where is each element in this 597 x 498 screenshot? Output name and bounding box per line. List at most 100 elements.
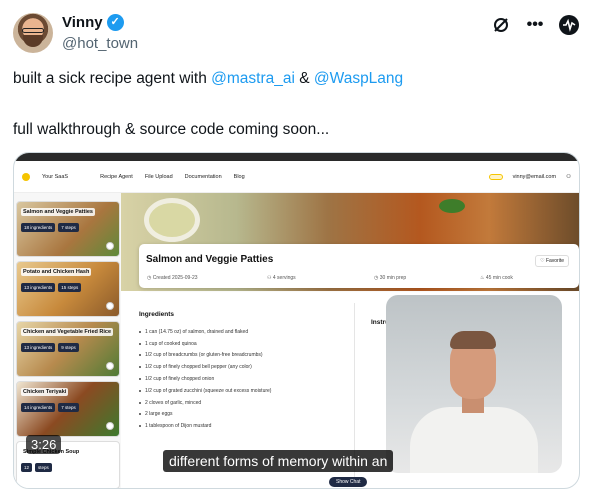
bullet-icon — [139, 413, 141, 416]
bullet-icon — [139, 330, 141, 333]
ingredient-text: 1/2 cup of grated zucchini (squeeze out … — [145, 387, 272, 394]
ingredient-text: 1/2 cup of finely chopped onion — [145, 376, 215, 383]
recipe-card-title: Potato and Chicken Hash — [21, 268, 92, 276]
bullet-icon — [139, 378, 141, 381]
heart-icon — [106, 362, 114, 370]
avatar[interactable] — [13, 13, 53, 53]
ingredient-item: 1/2 cup of finely chopped onion — [139, 373, 349, 385]
no-subscribe-icon[interactable] — [491, 15, 511, 35]
user-icon: ⚇ — [566, 173, 571, 180]
steps-tag: 7 steps — [58, 223, 79, 232]
ingredient-item: 1/2 cup of breadcrumbs (or gluten-free b… — [139, 350, 349, 362]
recipe-card: Potato and Chicken Hash 13 ingredients 1… — [16, 261, 120, 317]
recipe-card-title: Chicken and Vegetable Fried Rice — [21, 328, 114, 336]
bullet-icon — [139, 366, 141, 369]
ingredient-item: 1 cup of cooked quinoa — [139, 338, 349, 350]
browser-bar — [14, 153, 579, 161]
ingredients-section: Ingredients 1 can (14.75 oz) of salmon, … — [139, 311, 349, 432]
video-caption: different forms of memory within an — [163, 450, 394, 472]
recipe-created-text: Created 2025-09-23 — [152, 275, 198, 281]
recipe-card-tags: 13 ingredients 15 steps — [21, 283, 82, 292]
recipe-card-tags: 18 ingredients 7 steps — [21, 223, 79, 232]
recipe-card: Chicken and Vegetable Fried Rice 13 ingr… — [16, 321, 120, 377]
recipe-card-title: Chicken Teriyaki — [21, 388, 69, 396]
recipe-card-title: Salmon and Veggie Patties — [21, 208, 95, 216]
nav-blog: Blog — [233, 173, 245, 180]
ingredients-tag: 12 — [21, 463, 33, 472]
ingredients-tag: 13 ingredients — [21, 343, 56, 352]
mention-wasp[interactable]: @WaspLang — [314, 70, 403, 87]
recipe-cook-text: 45 min cook — [485, 275, 513, 281]
verified-badge-icon: ✓ — [106, 14, 124, 31]
webcam-overlay — [386, 295, 562, 473]
ingredient-item: 1/2 cup of finely chopped bell pepper (a… — [139, 361, 349, 373]
recipe-card: Chicken Teriyaki 14 ingredients 7 steps — [16, 381, 120, 437]
ingredient-text: 1/2 cup of finely chopped bell pepper (a… — [145, 364, 252, 371]
steps-tag: 9 steps — [58, 343, 79, 352]
avatar-beard — [23, 35, 43, 47]
ingredient-text: 2 cloves of garlic, minced — [145, 399, 202, 406]
display-name[interactable]: Vinny — [62, 14, 103, 31]
ingredients-tag: 18 ingredients — [21, 223, 56, 232]
tweet-text-prefix: built a sick recipe agent with — [13, 70, 212, 87]
nav-right: vinny@email.com ⚇ — [488, 173, 571, 180]
ingredient-item: 1 can (14.75 oz) of salmon, drained and … — [139, 326, 349, 338]
recipe-title: Salmon and Veggie Patties — [146, 254, 274, 265]
ingredient-item: 1/2 cup of grated zucchini (squeeze out … — [139, 385, 349, 397]
ingredient-text: 1/2 cup of breadcrumbs (or gluten-free b… — [145, 352, 263, 359]
app-logo-icon — [22, 172, 30, 181]
heart-icon — [106, 422, 114, 430]
ingredients-tag: 13 ingredients — [21, 283, 56, 292]
ingredient-item: 2 large eggs — [139, 409, 349, 421]
ingredient-text: 1 cup of cooked quinoa — [145, 340, 197, 347]
video-timestamp: 3:26 — [26, 435, 62, 454]
recipe-card-tags: 13 ingredients 9 steps — [21, 343, 79, 352]
recipe-prep: ◷ 30 min prep — [374, 275, 407, 281]
header-icons: ••• — [491, 15, 579, 35]
ingredient-item: 2 cloves of garlic, minced — [139, 397, 349, 409]
avatar-glasses — [22, 28, 44, 33]
show-chat-button: Show Chat — [329, 477, 368, 487]
nav-documentation: Documentation — [184, 173, 222, 180]
ingredient-text: 1 can (14.75 oz) of salmon, drained and … — [145, 328, 249, 335]
mention-mastra[interactable]: @mastra_ai — [211, 70, 295, 87]
theme-toggle-icon — [488, 173, 503, 180]
heart-icon — [106, 242, 114, 250]
favorite-button: ♡ Favorite — [535, 255, 569, 267]
recipe-card-tags: 14 ingredients 7 steps — [21, 403, 79, 412]
bullet-icon — [139, 342, 141, 345]
recipe-prep-text: 30 min prep — [379, 275, 407, 281]
steps-tag: 7 steps — [58, 403, 79, 412]
herb-garnish — [439, 199, 465, 213]
bullet-icon — [139, 425, 141, 428]
nav-recipe-agent: Recipe Agent — [100, 173, 133, 180]
ingredients-title: Ingredients — [139, 311, 175, 318]
ingredient-item: 1 tablespoon of Dijon mustard — [139, 420, 349, 432]
bullet-icon — [139, 389, 141, 392]
grok-icon[interactable] — [559, 15, 579, 35]
tweet-text-middle: & — [294, 70, 314, 87]
recipe-cook: ♨ 45 min cook — [480, 275, 513, 281]
more-icon[interactable]: ••• — [525, 15, 545, 35]
author-name-row: Vinny ✓ — [62, 14, 124, 31]
recipe-servings: ⚇ 4 servings — [267, 275, 296, 281]
recipe-servings-text: 4 servings — [272, 275, 296, 281]
recipe-card: Salmon and Veggie Patties 18 ingredients… — [16, 201, 120, 257]
presenter-hair — [450, 331, 496, 349]
recipe-card-tags: 12 steps — [21, 463, 52, 472]
ingredient-text: 2 large eggs — [145, 411, 173, 418]
presenter-shirt — [410, 407, 538, 473]
recipe-title-card: Salmon and Veggie Patties ♡ Favorite ◷ C… — [139, 244, 579, 288]
sauce-bowl — [149, 203, 195, 237]
bullet-icon — [139, 354, 141, 357]
steps-tag: 15 steps — [58, 283, 82, 292]
bullet-icon — [139, 401, 141, 404]
app-navbar: Your SaaS Recipe Agent File Upload Docum… — [14, 161, 579, 193]
ingredient-text: 1 tablespoon of Dijon mustard — [145, 423, 212, 430]
favorite-label: Favorite — [545, 258, 564, 264]
handle[interactable]: @hot_town — [62, 35, 138, 52]
recipe-created: ◷ Created 2025-09-23 — [147, 275, 198, 281]
video-player[interactable]: Your SaaS Recipe Agent File Upload Docum… — [13, 152, 580, 489]
heart-icon — [106, 302, 114, 310]
steps-tag: steps — [35, 463, 52, 472]
